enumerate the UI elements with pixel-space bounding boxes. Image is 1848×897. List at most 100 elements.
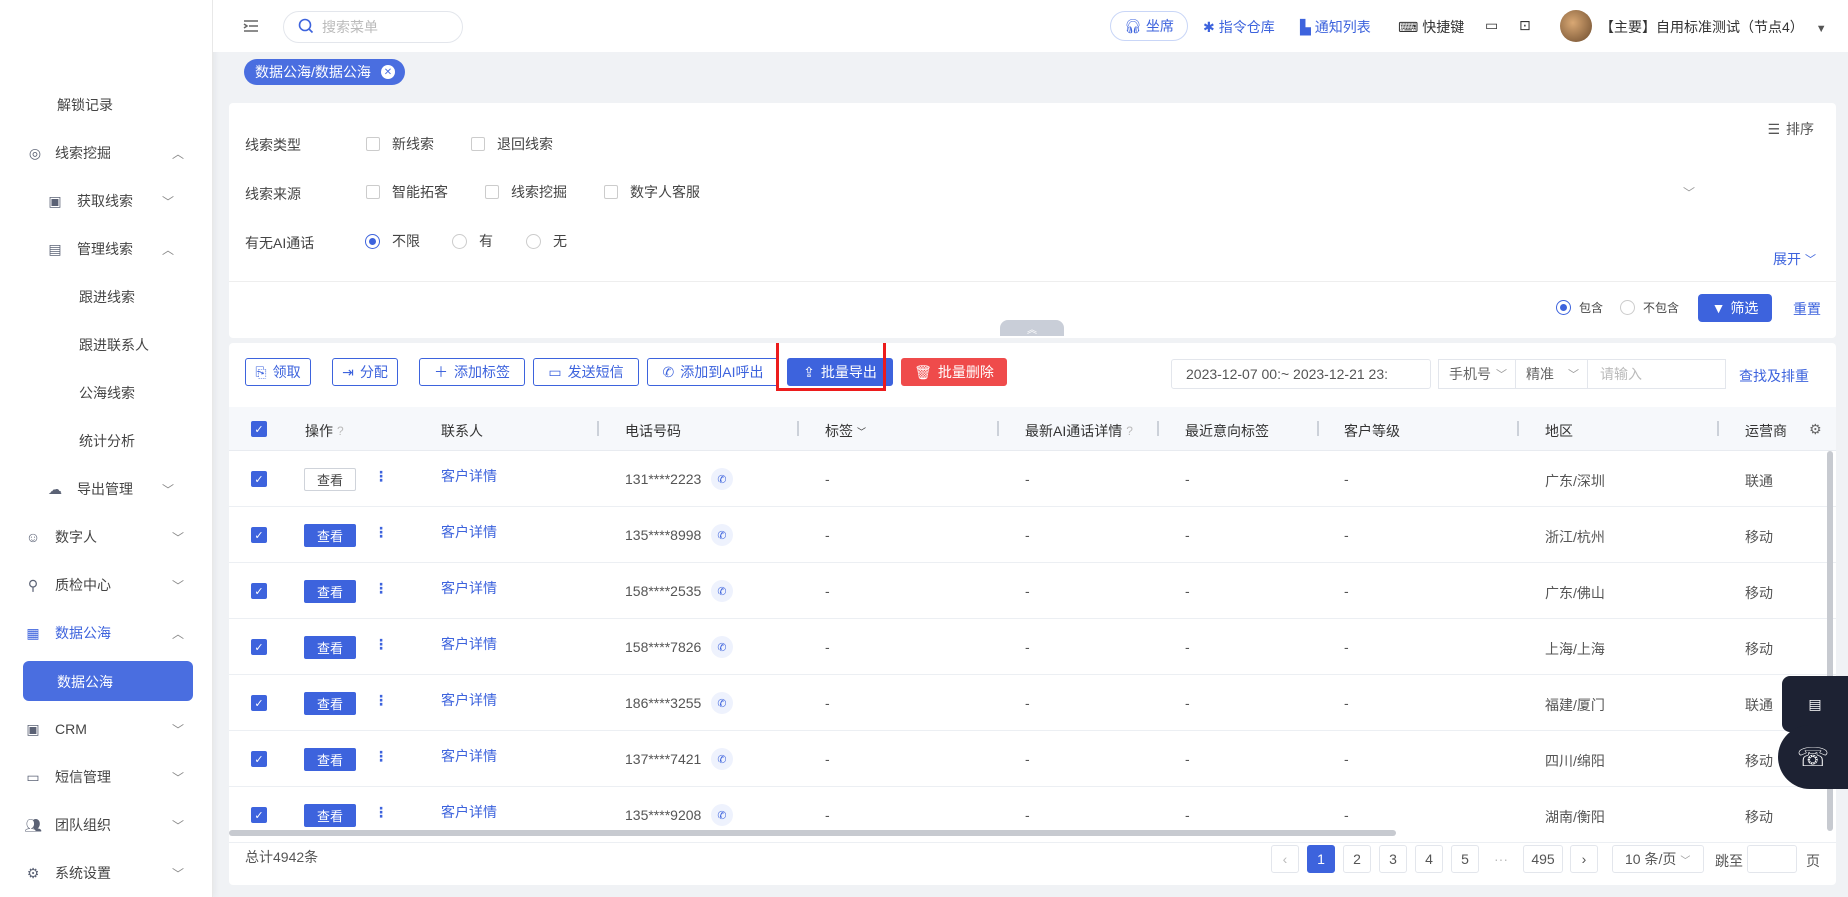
more-icon[interactable]: ⋮ [374,636,388,653]
expand-button[interactable]: 展开 ﹀ [1773,249,1816,269]
horizontal-scrollbar[interactable] [229,830,1396,836]
row-checkbox[interactable]: ✓ [251,751,267,767]
customer-detail-link[interactable]: 客户详情 [441,690,497,710]
phone-icon[interactable]: ✆ [711,580,733,602]
phone-icon[interactable]: ✆ [711,748,733,770]
phone-icon[interactable]: ✆ [711,524,733,546]
table-row[interactable]: ✓ 查看 ⋮ 客户详情 158****7826 ✆ - - - - 上海/上海 … [229,619,1836,675]
sidebar-item-team[interactable]: 👥︎ 团队组织 ﹀ [0,805,213,845]
sidebar-item-clue-mining[interactable]: ◎ 线索挖掘 ︿ [0,133,213,173]
claim-button[interactable]: ⎘ 领取 [245,358,311,386]
prev-page-button[interactable]: ‹ [1271,845,1299,873]
sidebar-item-sms[interactable]: ▭ 短信管理 ﹀ [0,757,213,797]
notification-list-link[interactable]: ▙ 通知列表 [1300,17,1371,37]
keyword-input[interactable] [1588,359,1726,389]
screenshot-icon[interactable]: ⊡ [1519,17,1531,34]
goto-page-input[interactable] [1747,845,1797,873]
radio-include[interactable]: 包含 [1556,299,1603,316]
add-to-ai-call-button[interactable]: ✆ 添加到AI呼出 [647,358,779,386]
match-select[interactable]: 精准 ﹀ [1516,359,1588,389]
row-checkbox[interactable]: ✓ [251,527,267,543]
more-icon[interactable]: ⋮ [374,468,388,485]
sidebar-item-settings[interactable]: ⚙ 系统设置 ﹀ [0,853,213,893]
customer-detail-link[interactable]: 客户详情 [441,578,497,598]
sidebar-item-unlock-records[interactable]: 解锁记录 [0,85,213,125]
row-checkbox[interactable]: ✓ [251,471,267,487]
sidebar-item-crm[interactable]: ▣ CRM ﹀ [0,709,213,749]
table-row[interactable]: ✓ 查看 ⋮ 客户详情 131****2223 ✆ - - - - 广东/深圳 … [229,451,1836,507]
page-button[interactable]: 1 [1307,845,1335,873]
page-button[interactable]: 3 [1379,845,1407,873]
sidebar-item-get-clues[interactable]: ▣ 获取线索 ﹀ [0,181,213,221]
collapse-filter-handle[interactable]: ︽ [1000,320,1064,336]
avatar[interactable] [1560,10,1592,42]
page-button[interactable]: 495 [1523,845,1563,873]
view-button[interactable]: 查看 [304,692,356,715]
view-button[interactable]: 查看 [304,636,356,659]
table-row[interactable]: ✓ 查看 ⋮ 客户详情 158****2535 ✆ - - - - 广东/佛山 … [229,563,1836,619]
column-settings-icon[interactable]: ⚙ [1809,421,1822,438]
customer-detail-link[interactable]: 客户详情 [441,634,497,654]
checkbox-new-clue[interactable]: 新线索 [366,134,434,154]
table-row[interactable]: ✓ 查看 ⋮ 客户详情 135****8998 ✆ - - - - 浙江/杭州 … [229,507,1836,563]
table-row[interactable]: ✓ 查看 ⋮ 客户详情 186****3255 ✆ - - - - 福建/厦门 … [229,675,1836,731]
assign-button[interactable]: ⇥ 分配 [332,358,398,386]
page-button[interactable]: 2 [1343,845,1371,873]
sidebar-subitem-data-sea-active[interactable]: 数据公海 [23,661,193,701]
menu-search[interactable] [283,11,463,43]
radio-exclude[interactable]: 不包含 [1620,299,1679,316]
menu-search-input[interactable] [322,19,442,35]
sort-button[interactable]: ☰ 排序 [1767,119,1814,139]
shortcut-keys-link[interactable]: ⌨ 快捷键 [1398,17,1464,37]
column-header-tag[interactable]: 标签 ﹀ [825,421,866,441]
sidebar-item-follow-contacts[interactable]: 跟进联系人 [0,325,213,365]
select-all-checkbox[interactable]: ✓ [251,421,267,437]
radio-yes[interactable]: 有 [452,231,493,251]
user-account[interactable]: 【主要】自用标准测试（节点4） ▼ [1600,17,1827,37]
view-button[interactable]: 查看 [304,468,356,491]
row-checkbox[interactable]: ✓ [251,583,267,599]
checkbox-smart-prospecting[interactable]: 智能拓客 [366,182,448,202]
phone-icon[interactable]: ✆ [711,636,733,658]
row-checkbox[interactable]: ✓ [251,807,267,823]
sidebar-item-data-sea[interactable]: ▦ 数据公海 ︿ [0,613,213,653]
more-icon[interactable]: ⋮ [374,692,388,709]
more-icon[interactable]: ⋮ [374,580,388,597]
send-sms-button[interactable]: ▭ 发送短信 [533,358,639,386]
view-button[interactable]: 查看 [304,580,356,603]
page-button[interactable]: 5 [1451,845,1479,873]
table-row[interactable]: ✓ 查看 ⋮ 客户详情 137****7421 ✆ - - - - 四川/绵阳 … [229,731,1836,787]
chevron-down-icon[interactable]: ﹀ [1683,184,1695,201]
phone-icon[interactable]: ✆ [711,804,733,826]
sidebar-item-export-management[interactable]: ☁ 导出管理 ﹀ [0,469,213,509]
phone-icon[interactable]: ✆ [711,692,733,714]
sidebar-item-statistics[interactable]: 统计分析 [0,421,213,461]
menu-toggle-icon[interactable] [241,16,261,36]
page-tab[interactable]: 数据公海/数据公海 ✕ [244,59,405,85]
checkbox-returned-clue[interactable]: 退回线索 [471,134,553,154]
sidebar-item-public-clues[interactable]: 公海线索 [0,373,213,413]
view-button[interactable]: 查看 [304,524,356,547]
customer-detail-link[interactable]: 客户详情 [441,466,497,486]
next-page-button[interactable]: › [1570,845,1598,873]
checkbox-clue-mining[interactable]: 线索挖掘 [485,182,567,202]
page-size-select[interactable]: 10 条/页 ﹀ [1612,845,1704,873]
view-button[interactable]: 查看 [304,748,356,771]
customer-detail-link[interactable]: 客户详情 [441,802,497,822]
chat-widget-button[interactable]: ▤ [1782,676,1848,732]
monitor-icon[interactable]: ▭ [1485,17,1498,34]
page-ellipsis[interactable]: ··· [1487,845,1515,873]
close-icon[interactable]: ✕ [380,65,395,79]
field-select[interactable]: 手机号 ﹀ [1438,359,1516,389]
sidebar-item-quality-center[interactable]: ⚲ 质检中心 ﹀ [0,565,213,605]
instruction-library-link[interactable]: ✱ 指令仓库 [1203,17,1275,37]
phone-icon[interactable]: ✆ [711,468,733,490]
customer-detail-link[interactable]: 客户详情 [441,746,497,766]
checkbox-digital-human-service[interactable]: 数字人客服 [604,182,700,202]
radio-no[interactable]: 无 [526,231,567,251]
call-widget-button[interactable]: ☏ [1778,725,1848,789]
view-button[interactable]: 查看 [304,804,356,827]
sidebar-item-manage-clues[interactable]: ▤ 管理线索 ︿ [0,229,213,269]
sidebar-item-digital-human[interactable]: ☺ 数字人 ﹀ [0,517,213,557]
more-icon[interactable]: ⋮ [374,748,388,765]
